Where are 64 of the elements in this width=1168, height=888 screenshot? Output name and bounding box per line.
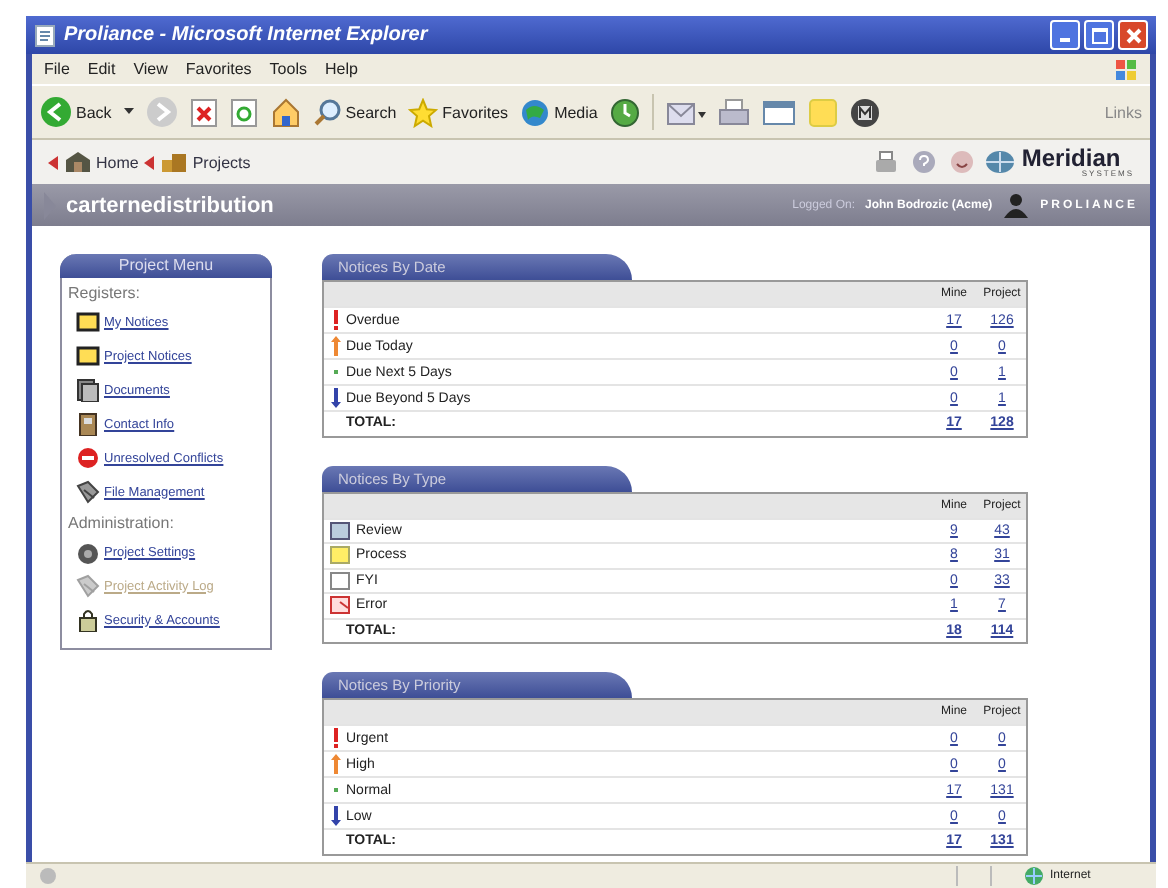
menu-item[interactable]: Edit: [87, 60, 116, 78]
panel-title: Project Menu: [60, 254, 272, 278]
back-button[interactable]: Back: [40, 96, 112, 128]
boxes-icon: [160, 150, 189, 174]
maximize-button[interactable]: [1084, 20, 1114, 50]
breadcrumb-link[interactable]: Projects: [160, 150, 251, 174]
printer-icon[interactable]: [717, 97, 750, 127]
star-icon: [408, 97, 439, 127]
m-badge-icon[interactable]: [849, 97, 880, 127]
close-button[interactable]: [1118, 20, 1148, 50]
stop-icon[interactable]: [189, 97, 218, 127]
menu-icon: [76, 446, 100, 470]
menu-icon: [76, 344, 100, 368]
up-arrow-icon: [330, 752, 342, 776]
menu-icon: [76, 608, 100, 632]
refresh-icon[interactable]: [229, 97, 258, 127]
print-icon[interactable]: [873, 150, 898, 174]
menu-item[interactable]: Help: [324, 60, 358, 78]
search-icon: [313, 98, 342, 126]
project-name: carternedistribution: [66, 193, 274, 217]
notice-type-icon: [330, 596, 350, 615]
figure-logo-icon: [1002, 191, 1031, 219]
minimize-icon: [1060, 38, 1070, 42]
globe-logo-icon: [983, 150, 1016, 174]
smiley-icon[interactable]: [949, 150, 974, 174]
globe-icon: [520, 97, 551, 127]
search-button[interactable]: Search: [313, 98, 397, 126]
menu-icon: [76, 310, 100, 334]
back-arrow-icon: [144, 155, 155, 169]
help-icon[interactable]: [911, 150, 936, 174]
window-icon[interactable]: [761, 97, 796, 127]
section-heading: Registers:: [66, 282, 143, 304]
menu-item[interactable]: Favorites: [185, 60, 252, 78]
menu-item[interactable]: Tools: [269, 60, 307, 78]
menu-icon: [76, 574, 100, 598]
home-icon[interactable]: [269, 96, 302, 128]
history-icon[interactable]: [609, 97, 640, 127]
exclamation-icon: [330, 726, 342, 750]
up-arrow-icon: [330, 334, 342, 358]
chevron-icon: [44, 191, 56, 219]
menu-icon: [76, 480, 100, 504]
menu-icon: [76, 540, 100, 564]
media-button[interactable]: Media: [520, 97, 598, 127]
menu-item[interactable]: File: [44, 60, 70, 78]
window-title: Proliance - Microsoft Internet Explorer: [64, 24, 428, 46]
breadcrumb-link[interactable]: Home: [64, 150, 139, 174]
brand-name: Meridian: [1021, 146, 1121, 170]
menu-icon: [76, 412, 100, 436]
globe-icon: [1024, 866, 1044, 886]
close-icon: [1125, 27, 1141, 43]
section-heading: Administration:: [66, 512, 176, 534]
maximize-icon: [1091, 27, 1107, 43]
down-arrow-icon: [330, 804, 342, 828]
menu-icon: [76, 378, 100, 402]
mail-icon[interactable]: [665, 97, 706, 127]
menu-item[interactable]: View: [133, 60, 168, 78]
dropdown-caret-icon[interactable]: [123, 108, 134, 116]
exclamation-icon: [330, 308, 342, 332]
back-arrow-icon: [48, 155, 58, 169]
down-arrow-icon: [330, 386, 342, 410]
windows-logo-icon: [1114, 57, 1138, 81]
minimize-button[interactable]: [1050, 20, 1080, 50]
house-icon: [64, 150, 92, 174]
favorites-button[interactable]: Favorites: [408, 97, 509, 127]
